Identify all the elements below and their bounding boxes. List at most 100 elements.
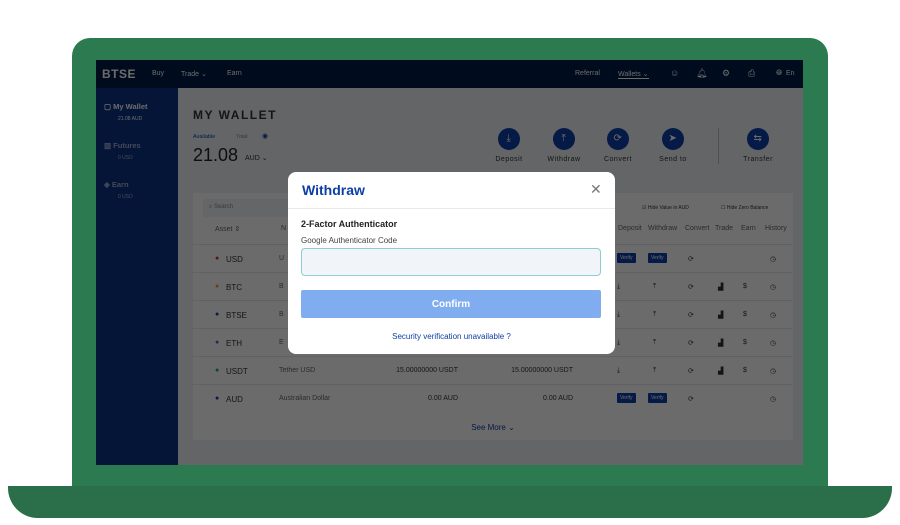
withdraw-icon[interactable]: ⤒: [653, 283, 656, 291]
asset: USDT: [226, 367, 248, 376]
coin-icon: ●: [215, 255, 220, 262]
withdraw-modal: Withdraw ✕ 2-Factor Authenticator Google…: [288, 172, 615, 354]
earn-icon[interactable]: $: [743, 311, 747, 318]
column-header[interactable]: Earn: [741, 225, 756, 232]
sidebar-item-futures[interactable]: ▥ Futures 0 USD: [104, 141, 141, 161]
value: 0 USD: [118, 194, 133, 200]
trade-icon[interactable]: ▟: [718, 283, 723, 291]
column-header[interactable]: Withdraw: [648, 225, 677, 232]
label: Earn: [111, 180, 129, 189]
laptop-base: [8, 486, 892, 518]
table-row[interactable]: ● USDT Tether USD 15.00000000 USDT 15.00…: [193, 356, 793, 384]
asset: ETH: [226, 339, 242, 348]
history-icon[interactable]: ◷: [770, 255, 776, 263]
convert-icon[interactable]: ⟳: [688, 339, 694, 347]
label: Deposit: [495, 156, 523, 163]
label: Futures: [113, 141, 141, 150]
tab-available[interactable]: Available: [193, 134, 215, 140]
logo: BTSE: [102, 67, 137, 81]
hide-zero-checkbox[interactable]: ☐ Hide Zero Balance: [721, 205, 768, 211]
table-row[interactable]: ● AUD Australian Dollar 0.00 AUD 0.00 AU…: [193, 384, 793, 412]
column-header[interactable]: Trade: [715, 225, 733, 232]
hide-eye-icon[interactable]: ◉: [262, 132, 268, 140]
history-icon[interactable]: ◷: [770, 395, 776, 403]
currency-select[interactable]: AUD ⌄: [245, 154, 268, 162]
history-icon[interactable]: ◷: [770, 367, 776, 375]
column-header[interactable]: Asset ⇕: [215, 225, 240, 233]
nav-trade[interactable]: Trade ⌄: [181, 70, 207, 78]
confirm-button[interactable]: Confirm: [301, 290, 601, 318]
page-title: MY WALLET: [193, 108, 277, 122]
authenticator-code-input[interactable]: [301, 248, 601, 276]
history-icon[interactable]: ◷: [770, 311, 776, 319]
sidebar: ▢ My Wallet 21.08 AUD ▥ Futures 0 USD ◈ Ea…: [96, 88, 178, 465]
user-icon[interactable]: ☺: [670, 68, 679, 78]
available: 15.00000000 USDT: [511, 367, 573, 374]
available: 0.00 AUD: [543, 395, 573, 402]
coin-icon: ●: [215, 367, 220, 374]
gear-icon[interactable]: ⚙: [722, 68, 730, 79]
withdraw-verify-button[interactable]: Verify: [648, 393, 667, 403]
trade-icon[interactable]: ▟: [718, 367, 723, 375]
deposit-icon[interactable]: ⤓: [617, 367, 620, 375]
nav-wallets[interactable]: Wallets ⌄: [618, 70, 649, 79]
nav-referral[interactable]: Referral: [575, 70, 600, 77]
label: Convert: [603, 156, 632, 163]
bell-icon[interactable]: 🔔︎: [696, 68, 707, 79]
history-icon[interactable]: ◷: [770, 339, 776, 347]
convert-icon[interactable]: ⟳: [688, 283, 694, 291]
convert-button[interactable]: ⟳ Convert: [593, 128, 643, 163]
trade-icon[interactable]: ▟: [718, 339, 723, 347]
convert-icon[interactable]: ⟳: [688, 255, 694, 263]
earn-icon[interactable]: $: [743, 367, 747, 374]
convert-icon[interactable]: ⟳: [688, 395, 694, 403]
nav-buy[interactable]: Buy: [152, 70, 164, 77]
asset-name: B: [279, 311, 284, 318]
transfer-button[interactable]: ⇆ Transfer: [733, 128, 783, 163]
close-icon[interactable]: ✕: [590, 181, 602, 198]
withdraw-icon: ⤒: [553, 128, 575, 150]
column-header[interactable]: History: [765, 225, 787, 232]
withdraw-icon[interactable]: ⤒: [653, 367, 656, 375]
deposit-icon[interactable]: ⤓: [617, 311, 620, 319]
trade-icon[interactable]: ▟: [718, 311, 723, 319]
deposit-icon[interactable]: ⤓: [617, 339, 620, 347]
history-icon[interactable]: ◷: [770, 283, 776, 291]
deposit-verify-button[interactable]: Verify: [617, 393, 636, 403]
deposit-verify-button[interactable]: Verify: [617, 253, 636, 263]
nav-earn[interactable]: Earn: [227, 70, 242, 77]
withdraw-icon[interactable]: ⤒: [653, 339, 656, 347]
language[interactable]: En: [786, 70, 795, 77]
download-icon[interactable]: ⎙: [748, 68, 755, 79]
column-header[interactable]: Convert: [685, 225, 710, 232]
asset: USD: [226, 255, 243, 264]
transfer-icon: ⇆: [747, 128, 769, 150]
asset-name: U: [279, 255, 285, 262]
convert-icon[interactable]: ⟳: [688, 311, 694, 319]
field-label: Google Authenticator Code: [301, 236, 398, 245]
hide-value-checkbox[interactable]: ☑ Hide Value in AUD: [642, 205, 689, 211]
send-to-button[interactable]: ➤ Send to: [648, 128, 698, 163]
withdraw-button[interactable]: ⤒ Withdraw: [539, 128, 589, 163]
asset-name: E: [279, 339, 284, 346]
asset: BTSE: [226, 311, 247, 320]
sidebar-item-my-wallet[interactable]: ▢ My Wallet 21.08 AUD: [104, 102, 147, 122]
earn-icon[interactable]: $: [743, 339, 747, 346]
modal-title: Withdraw: [302, 182, 365, 198]
globe-icon[interactable]: 🌐︎: [776, 68, 782, 78]
convert-icon[interactable]: ⟳: [688, 367, 694, 375]
earn-icon[interactable]: $: [743, 283, 747, 290]
tab-total[interactable]: Total: [236, 134, 248, 140]
see-more-button[interactable]: See More ⌄: [193, 423, 793, 432]
deposit-icon[interactable]: ⤓: [617, 283, 620, 291]
coin-icon: ●: [215, 311, 220, 318]
convert-icon: ⟳: [607, 128, 629, 150]
column-header[interactable]: N: [281, 225, 286, 232]
sidebar-item-earn[interactable]: ◈ Earn 0 USD: [104, 180, 133, 200]
deposit-button[interactable]: ⤓ Deposit: [484, 128, 534, 163]
withdraw-verify-button[interactable]: Verify: [648, 253, 667, 263]
security-unavailable-link[interactable]: Security verification unavailable ?: [288, 332, 615, 341]
column-header[interactable]: Deposit: [618, 225, 642, 232]
withdraw-icon[interactable]: ⤒: [653, 311, 656, 319]
asset-name: Tether USD: [279, 367, 316, 374]
